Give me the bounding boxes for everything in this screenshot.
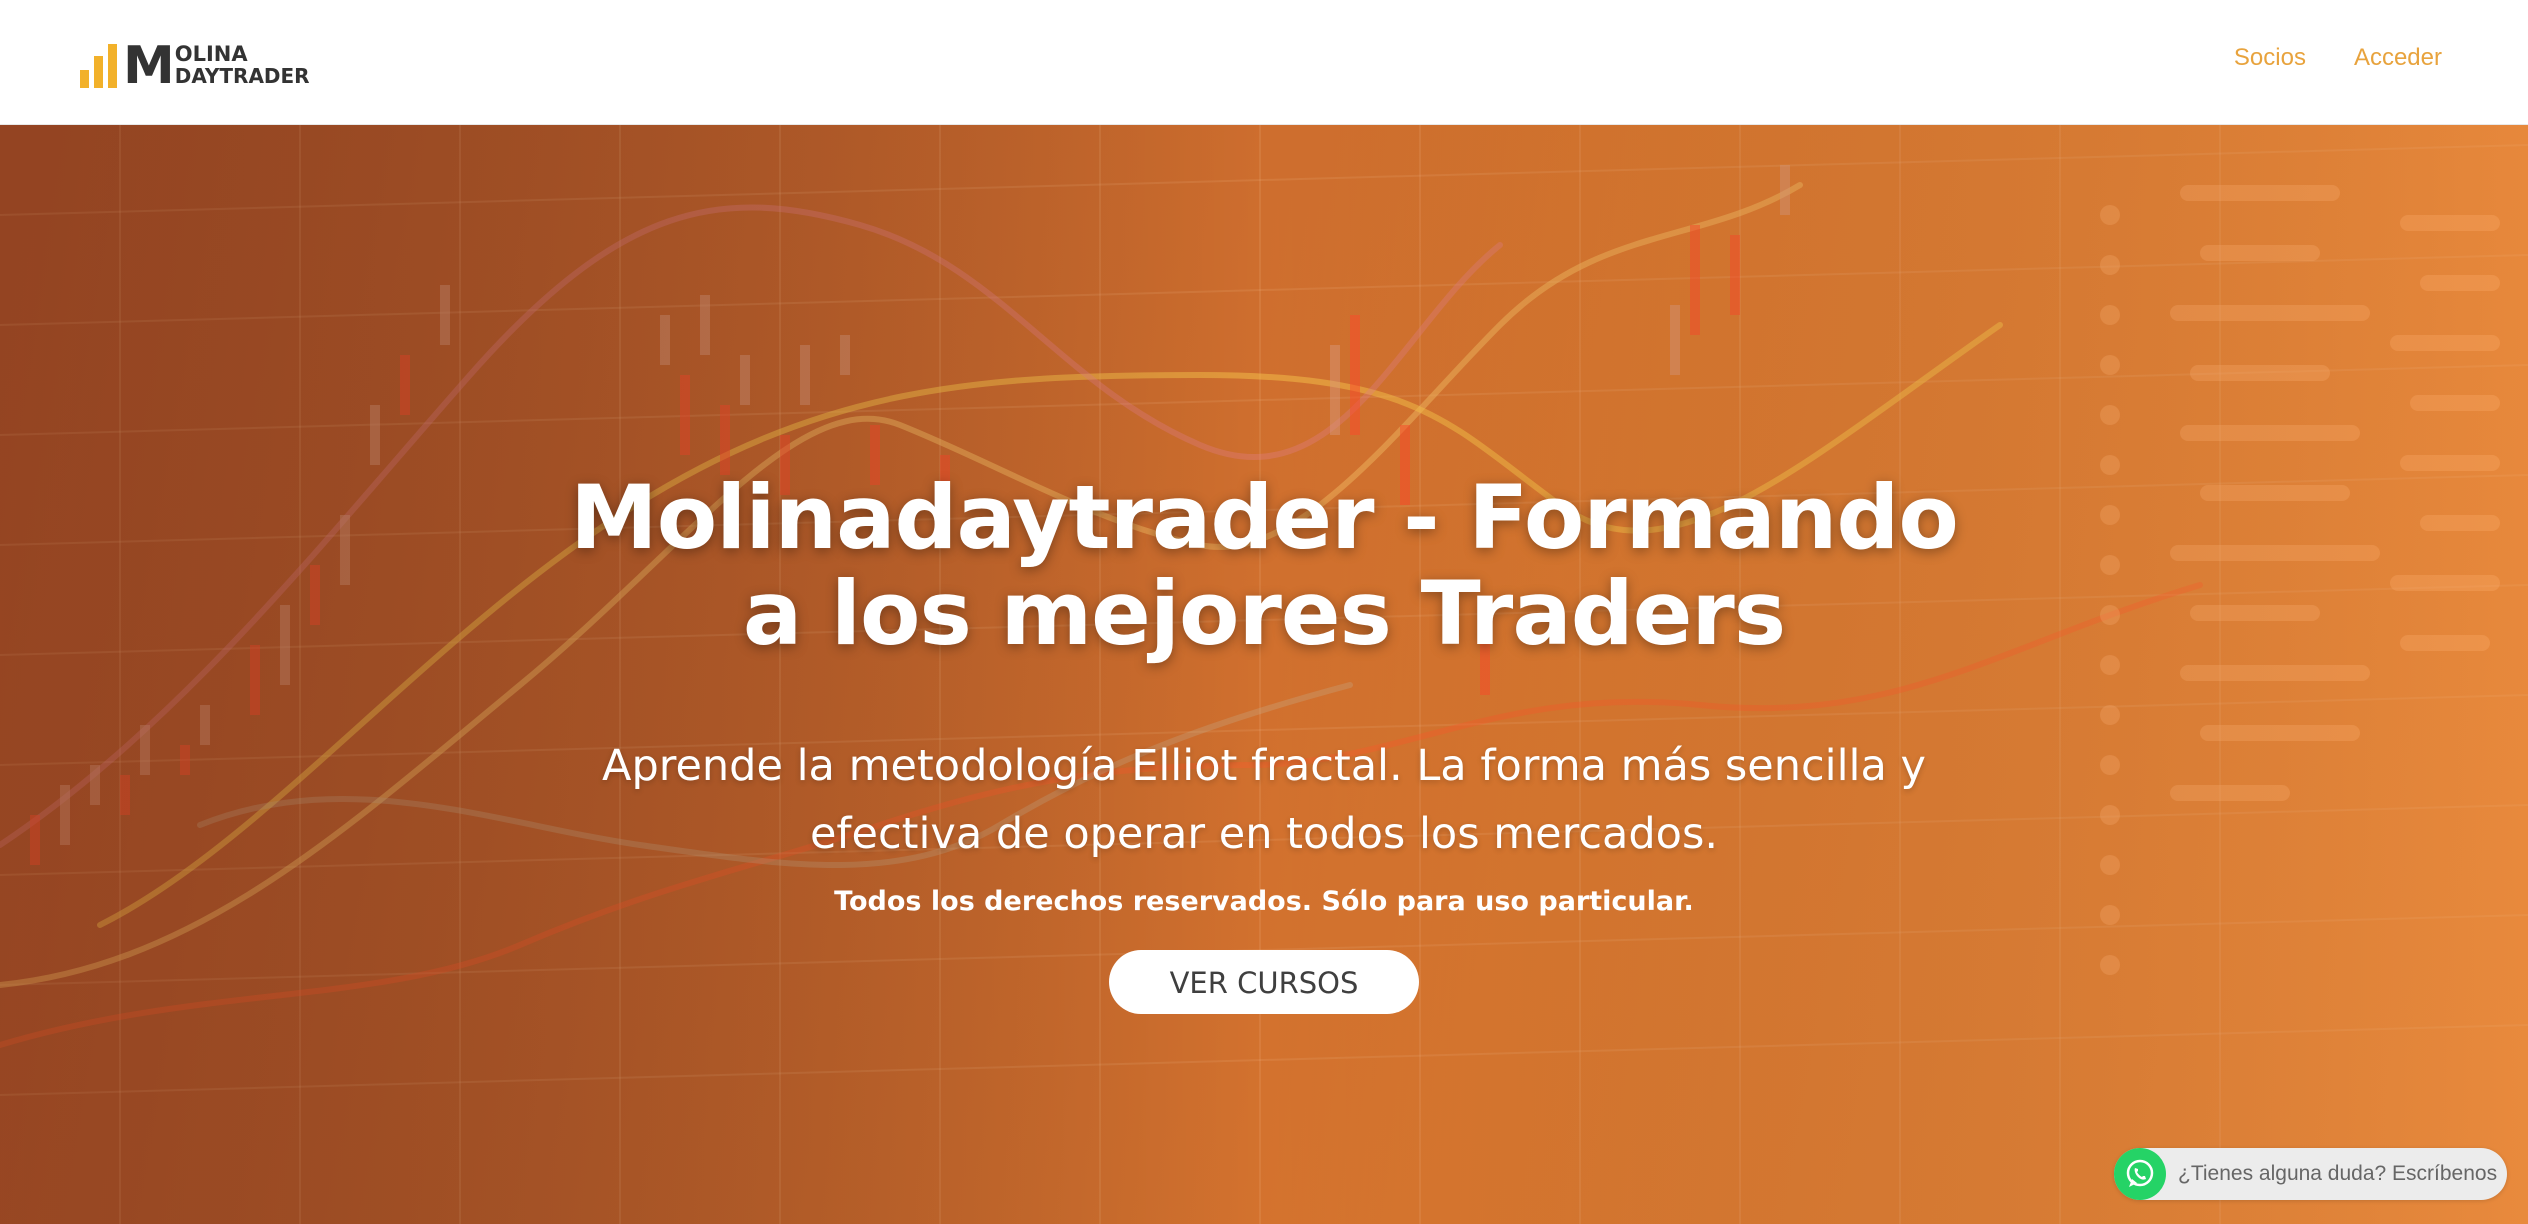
hero-section: Molinadaytrader - Formando a los mejores…: [0, 125, 2528, 1224]
site-logo[interactable]: M OLINA DAYTRADER: [80, 36, 310, 96]
whatsapp-chat-text[interactable]: ¿Tienes alguna duda? Escríbenos: [2178, 1162, 2497, 1186]
nav-link-acceder[interactable]: Acceder: [2354, 42, 2442, 74]
hero-content: Molinadaytrader - Formando a los mejores…: [564, 470, 1964, 1014]
hero-subtitle: Aprende la metodología Elliot fractal. L…: [602, 741, 1926, 859]
logo-bar-short: [80, 70, 89, 88]
logo-line-2: DAYTRADER: [174, 64, 310, 88]
logo-bars-icon: [80, 42, 117, 88]
logo-bar-tall: [108, 44, 117, 88]
hero-rights-notice: Todos los derechos reservados. Sólo para…: [834, 886, 1694, 917]
site-header: M OLINA DAYTRADER Socios Acceder: [0, 0, 2528, 125]
logo-letter: M: [123, 36, 175, 96]
whatsapp-icon[interactable]: [2114, 1148, 2166, 1200]
logo-bar-medium: [94, 56, 103, 88]
ver-cursos-button[interactable]: VER CURSOS: [1109, 950, 1419, 1014]
logo-line-1: OLINA: [174, 42, 248, 66]
nav-link-socios[interactable]: Socios: [2234, 42, 2306, 74]
hero-title: Molinadaytrader - Formando a los mejores…: [570, 466, 1959, 665]
whatsapp-chat-widget[interactable]: ¿Tienes alguna duda? Escríbenos: [2114, 1148, 2507, 1200]
main-nav: Socios Acceder: [2234, 42, 2442, 74]
logo-wordmark: OLINA DAYTRADER: [175, 43, 310, 88]
